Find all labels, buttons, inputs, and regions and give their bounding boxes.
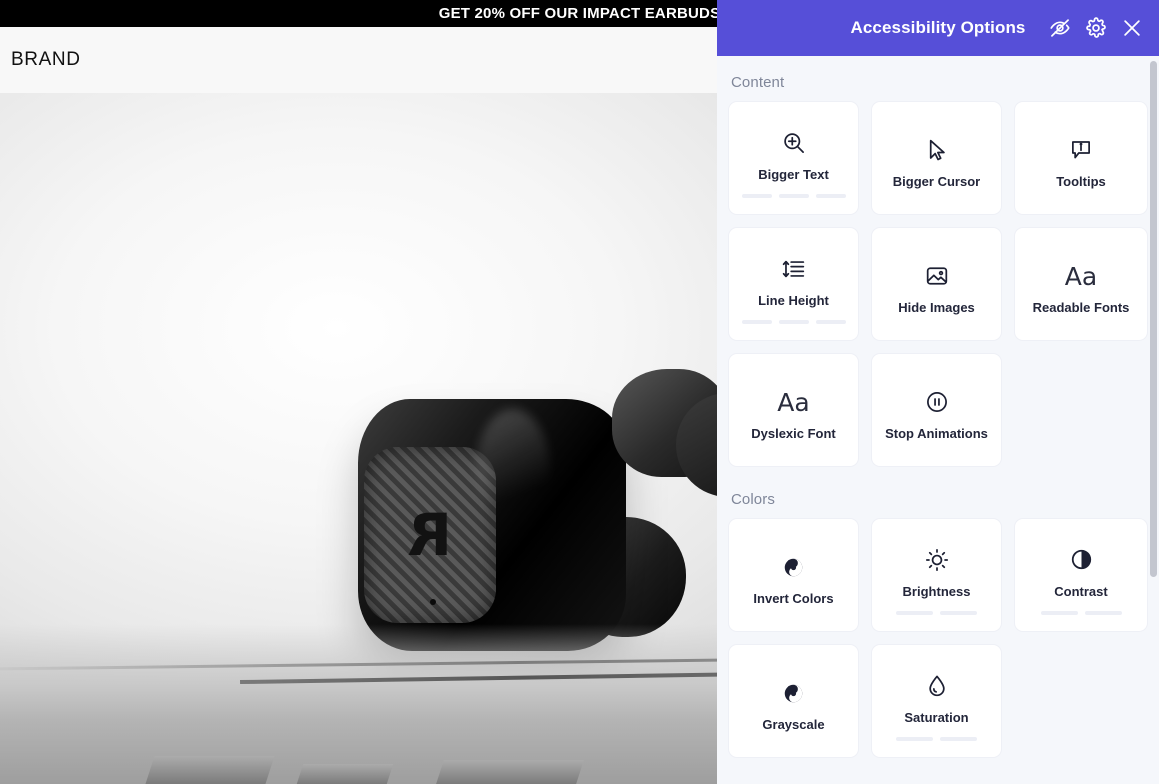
- website-content: GET 20% OFF OUR IMPACT EARBUDS BRAND R: [0, 0, 717, 784]
- font-aa-glyph: Aa: [777, 387, 810, 417]
- droplet-icon: [924, 666, 950, 706]
- panel-header: Accessibility Options: [717, 0, 1159, 56]
- panel-body: Content Bigger Text Bigger Cursor Toolti…: [717, 56, 1159, 784]
- option-card-tooltips[interactable]: Tooltips: [1014, 101, 1148, 215]
- grayscale-icon: [781, 673, 806, 713]
- option-label: Readable Fonts: [1032, 300, 1130, 315]
- option-card-saturation[interactable]: Saturation: [871, 644, 1002, 758]
- option-card-invert-colors[interactable]: Invert Colors: [728, 518, 859, 632]
- option-label: Tooltips: [1056, 174, 1106, 189]
- zoom-in-icon: [781, 123, 807, 163]
- option-card-dyslexic-font[interactable]: Aa Dyslexic Font: [728, 353, 859, 467]
- option-card-readable-fonts[interactable]: Aa Readable Fonts: [1014, 227, 1148, 341]
- option-card-brightness[interactable]: Brightness: [871, 518, 1002, 632]
- option-label: Grayscale: [762, 717, 825, 732]
- contrast-icon: [1069, 540, 1094, 580]
- option-label: Invert Colors: [753, 591, 834, 606]
- level-bar[interactable]: [741, 319, 772, 324]
- option-card-hide-images[interactable]: Hide Images: [871, 227, 1002, 341]
- earbud-carbon-plate: R: [364, 447, 496, 623]
- tooltip-info-icon: [1068, 130, 1094, 170]
- level-bar[interactable]: [1040, 610, 1078, 615]
- options-grid-content: Bigger Text Bigger Cursor Tooltips Line …: [728, 101, 1148, 467]
- brand-logo[interactable]: BRAND: [11, 49, 81, 71]
- level-indicator[interactable]: [741, 193, 846, 198]
- option-label: Stop Animations: [885, 426, 988, 441]
- level-bar[interactable]: [815, 319, 846, 324]
- level-indicator[interactable]: [896, 736, 977, 741]
- option-label: Dyslexic Font: [751, 426, 836, 441]
- level-bar[interactable]: [940, 610, 977, 615]
- level-bar[interactable]: [815, 193, 846, 198]
- font-aa-icon: Aa: [1065, 256, 1097, 296]
- earbud-second-image: [612, 369, 717, 529]
- panel-header-actions: [1048, 16, 1144, 40]
- hide-panel-icon[interactable]: [1048, 16, 1072, 40]
- settings-gear-icon[interactable]: [1084, 16, 1108, 40]
- option-card-contrast[interactable]: Contrast: [1014, 518, 1148, 632]
- option-card-bigger-cursor[interactable]: Bigger Cursor: [871, 101, 1002, 215]
- panel-scrollbar-thumb[interactable]: [1150, 61, 1157, 577]
- section-label-colors: Colors: [731, 491, 775, 508]
- panel-scrollbar-track[interactable]: [1148, 56, 1159, 784]
- level-bar[interactable]: [940, 736, 977, 741]
- hero-floor-shard: [145, 756, 275, 784]
- level-bar[interactable]: [778, 319, 809, 324]
- hero-section: R yet with 90 hours of: [0, 93, 717, 784]
- accessibility-panel: Accessibility Options Content Bigger Tex…: [717, 0, 1159, 784]
- site-navbar: BRAND: [0, 27, 717, 93]
- invert-colors-icon: [781, 547, 806, 587]
- option-card-line-height[interactable]: Line Height: [728, 227, 859, 341]
- option-label: Bigger Cursor: [892, 174, 981, 189]
- option-card-bigger-text[interactable]: Bigger Text: [728, 101, 859, 215]
- level-bar[interactable]: [1084, 610, 1122, 615]
- hero-floor-shard: [436, 760, 584, 784]
- option-label: Saturation: [904, 709, 969, 725]
- option-label: Hide Images: [898, 300, 975, 315]
- font-aa-icon: Aa: [777, 382, 809, 422]
- image-icon: [924, 256, 950, 296]
- section-label-content: Content: [731, 74, 785, 91]
- level-bar[interactable]: [896, 736, 933, 741]
- panel-title: Accessibility Options: [850, 18, 1026, 37]
- level-indicator[interactable]: [896, 610, 977, 615]
- sun-icon: [924, 540, 950, 580]
- option-card-stop-animations[interactable]: Stop Animations: [871, 353, 1002, 467]
- font-aa-glyph: Aa: [1064, 261, 1098, 291]
- options-grid-colors: Invert Colors Brightness Contrast Graysc…: [728, 518, 1148, 758]
- earbud-body: R: [358, 399, 626, 651]
- option-label: Contrast: [1054, 583, 1108, 599]
- hero-floor: [0, 624, 717, 784]
- option-card-grayscale[interactable]: Grayscale: [728, 644, 859, 758]
- close-icon[interactable]: [1120, 16, 1144, 40]
- level-bar[interactable]: [741, 193, 772, 198]
- pause-circle-icon: [924, 382, 950, 422]
- earbud-microphone: [430, 599, 436, 605]
- level-bar[interactable]: [778, 193, 809, 198]
- cursor-arrow-icon: [924, 130, 950, 170]
- hero-headline: yet with 90 hours of: [0, 478, 288, 512]
- screen: GET 20% OFF OUR IMPACT EARBUDS BRAND R A…: [0, 0, 1159, 784]
- promo-banner[interactable]: GET 20% OFF OUR IMPACT EARBUDS: [0, 0, 717, 27]
- option-label: Bigger Text: [758, 166, 829, 182]
- option-label: Line Height: [758, 292, 829, 308]
- level-indicator[interactable]: [1040, 610, 1122, 615]
- level-indicator[interactable]: [741, 319, 846, 324]
- hero-floor-shard: [296, 764, 394, 784]
- option-label: Brightness: [902, 583, 971, 599]
- level-bar[interactable]: [896, 610, 933, 615]
- promo-banner-text: GET 20% OFF OUR IMPACT EARBUDS: [438, 5, 717, 22]
- product-logo: R: [407, 501, 452, 569]
- line-height-icon: [781, 249, 807, 289]
